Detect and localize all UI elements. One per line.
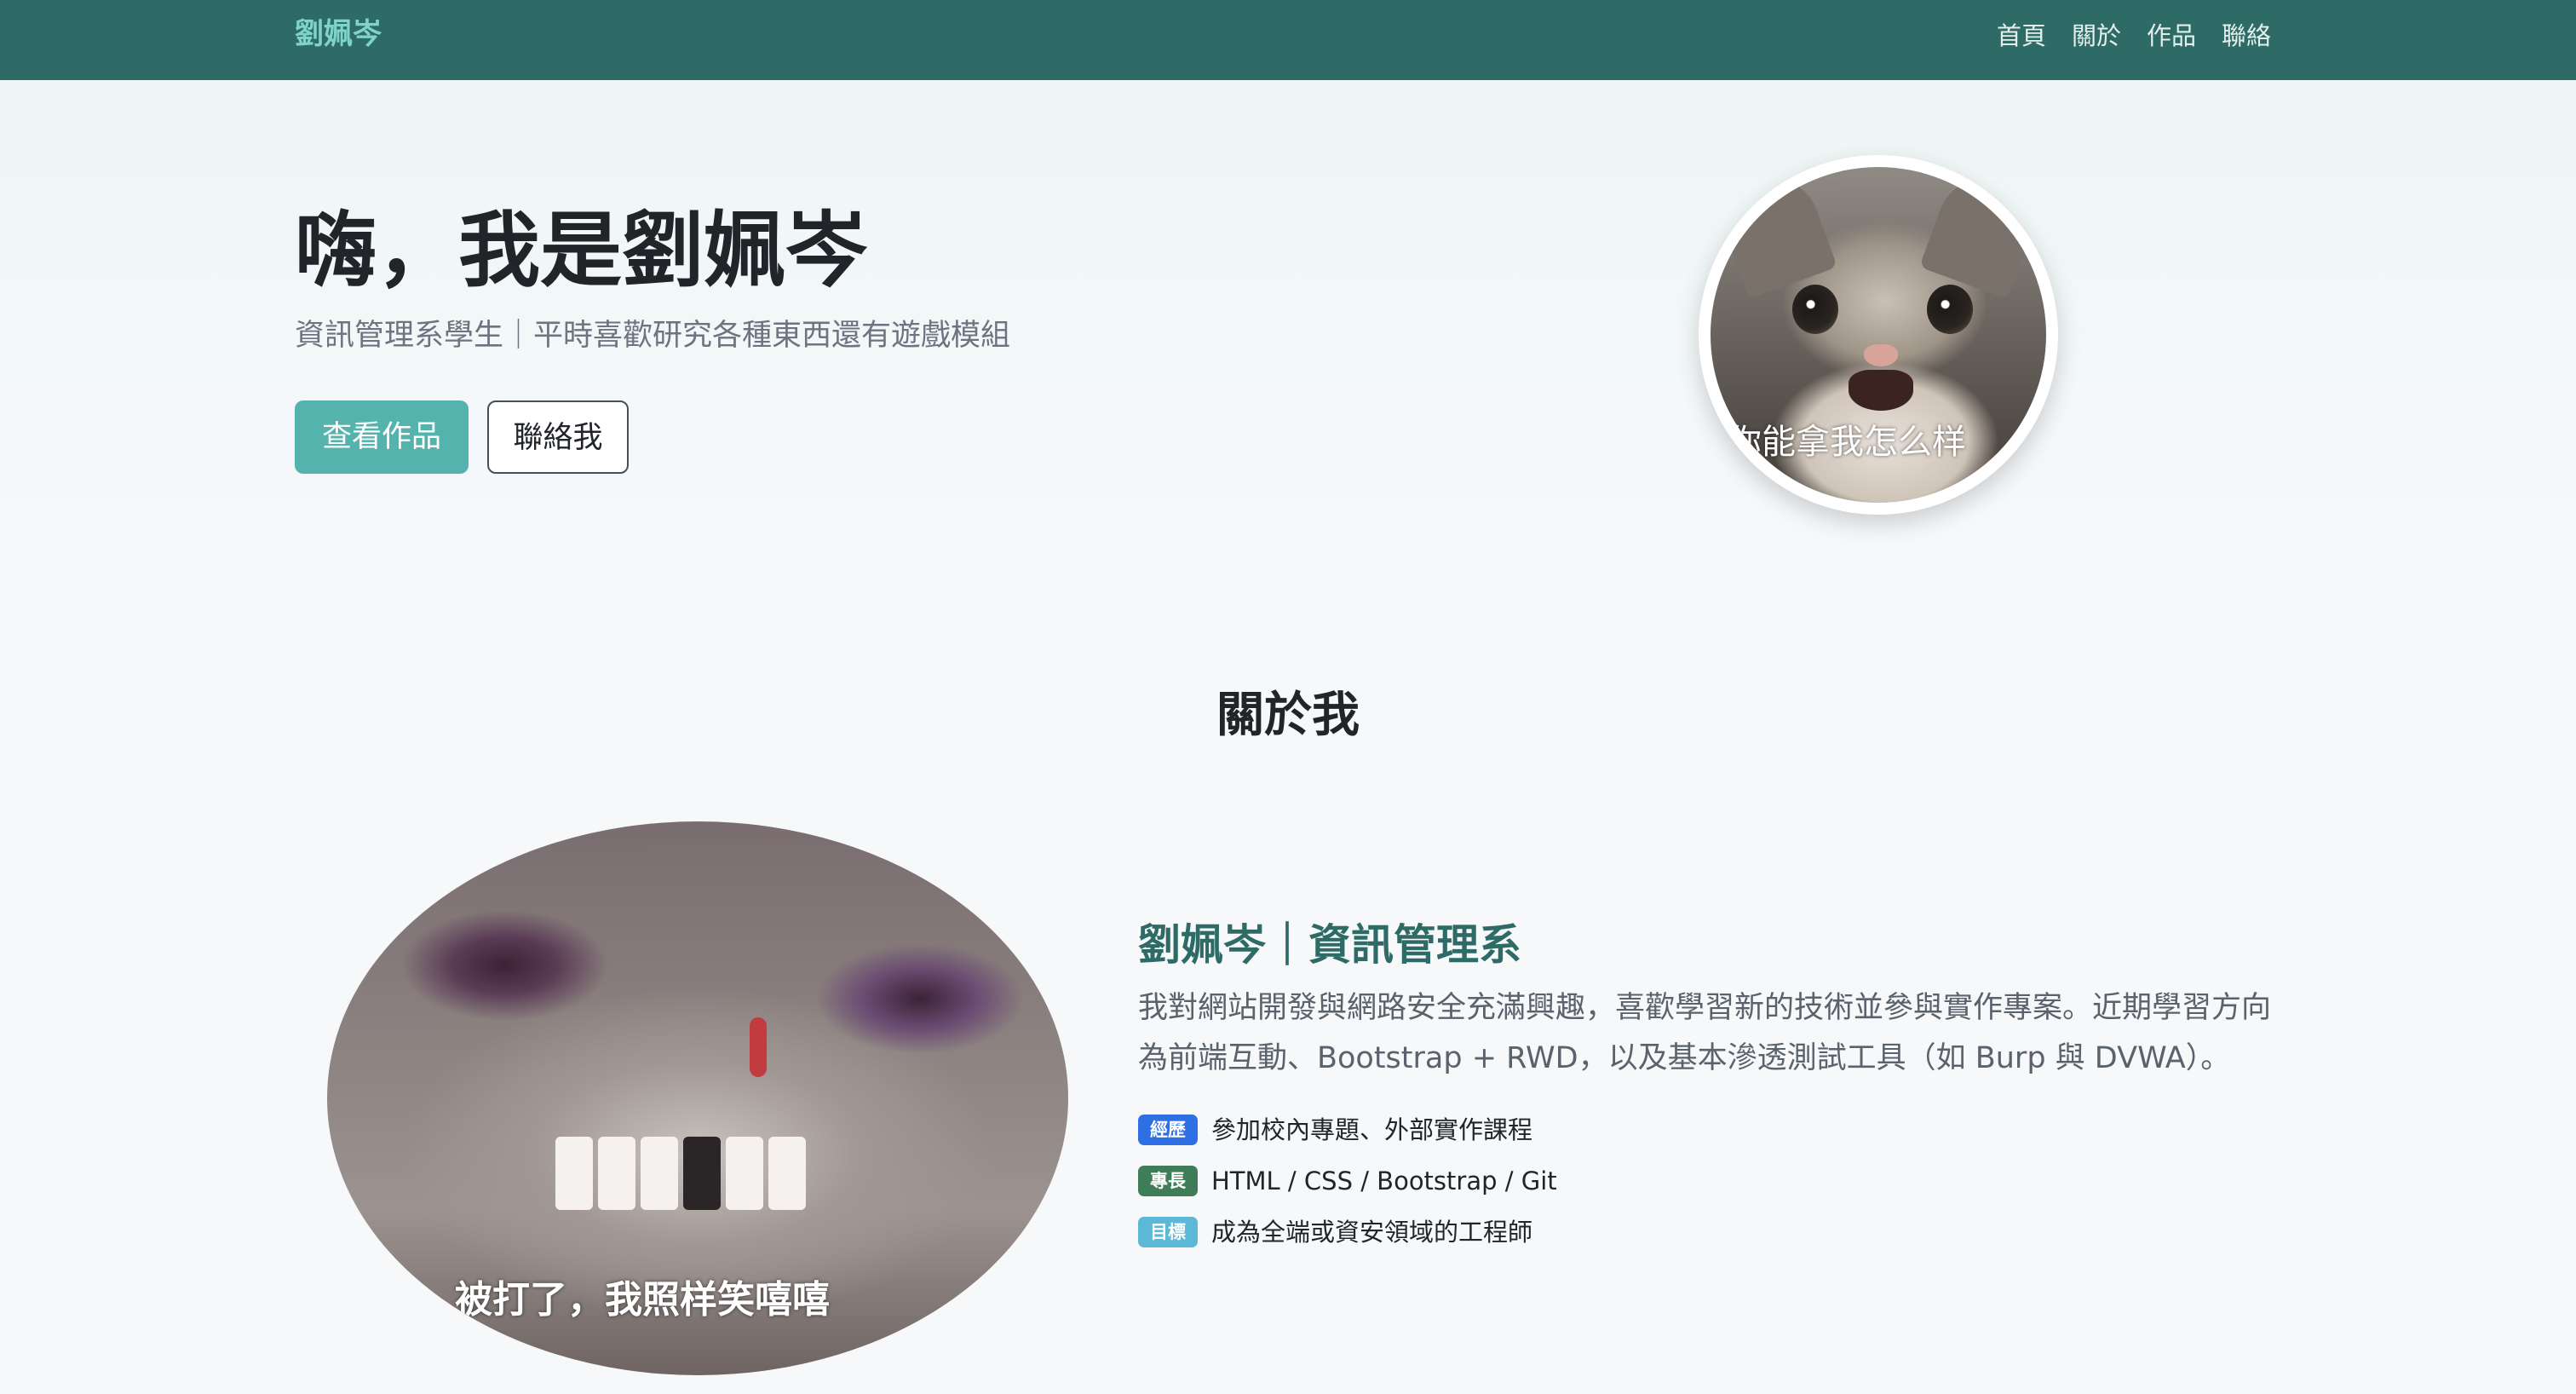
cat-meme-image: 你能拿我怎么样 (1711, 167, 2046, 503)
about-meme-caption: 被打了，我照样笑嘻嘻 (455, 1278, 830, 1322)
meme-teeth (555, 1137, 845, 1222)
avatar-meme-caption: 你能拿我怎么样 (1728, 423, 1966, 462)
badge-skills: 專長 (1138, 1166, 1198, 1196)
tooth (555, 1137, 593, 1210)
hero-title: 嗨，我是劉姵岑 (295, 203, 867, 298)
nav-link-about[interactable]: 關於 (2072, 19, 2121, 53)
meme-nosebleed (750, 1017, 767, 1077)
nav-link-home[interactable]: 首頁 (1997, 19, 2046, 53)
cat-eye-left (1792, 285, 1838, 334)
view-works-button[interactable]: 查看作品 (295, 400, 469, 474)
fact-skills: 專長 HTML / CSS / Bootstrap / Git (1138, 1155, 2160, 1207)
tooth (726, 1137, 763, 1210)
nav-links: 首頁 關於 作品 聯絡 (1997, 19, 2271, 53)
about-facts-list: 經歷 參加校內專題、外部實作課程 專長 HTML / CSS / Bootstr… (1138, 1104, 2160, 1258)
nav-link-contact[interactable]: 聯絡 (2222, 19, 2271, 53)
fact-goal-text: 成為全端或資安領域的工程師 (1211, 1218, 1533, 1247)
fact-goal: 目標 成為全端或資安領域的工程師 (1138, 1207, 2160, 1258)
fact-experience-text: 參加校內專題、外部實作課程 (1211, 1115, 1533, 1144)
tooth (768, 1137, 806, 1210)
badge-goal: 目標 (1138, 1217, 1198, 1247)
fact-skills-text: HTML / CSS / Bootstrap / Git (1211, 1166, 1557, 1195)
tooth-gap (683, 1137, 721, 1210)
tooth (641, 1137, 678, 1210)
profile-avatar: 你能拿我怎么样 (1699, 155, 2058, 515)
contact-me-button[interactable]: 聯絡我 (487, 400, 629, 474)
about-description: 我對網站開發與網路安全充滿興趣，喜歡學習新的技術並參與實作專案。近期學習方向為前… (1138, 991, 2272, 1075)
cat-nose (1864, 344, 1898, 366)
fact-experience: 經歷 參加校內專題、外部實作課程 (1138, 1104, 2160, 1155)
about-name-heading: 劉姵岑｜資訊管理系 (1138, 920, 1521, 970)
cat-mouth (1849, 370, 1913, 411)
about-section-title: 關於我 (1216, 688, 1360, 743)
cat-ear-right (1919, 167, 2045, 299)
top-navbar: 劉姵岑 首頁 關於 作品 聯絡 (0, 0, 2576, 80)
about-meme-image: 被打了，我照样笑嘻嘻 (327, 821, 1068, 1375)
tooth (598, 1137, 635, 1210)
cat-eye-right (1927, 285, 1973, 334)
badge-experience: 經歷 (1138, 1115, 1198, 1145)
hero-section: 嗨，我是劉姵岑 資訊管理系學生｜平時喜歡研究各種東西還有遊戲模組 查看作品 聯絡… (0, 80, 2576, 591)
hero-subtitle: 資訊管理系學生｜平時喜歡研究各種東西還有遊戲模組 (295, 319, 1011, 353)
brand-logo-link[interactable]: 劉姵岑 (295, 15, 382, 53)
nav-link-works[interactable]: 作品 (2147, 19, 2196, 53)
cat-ear-left (1711, 167, 1837, 299)
